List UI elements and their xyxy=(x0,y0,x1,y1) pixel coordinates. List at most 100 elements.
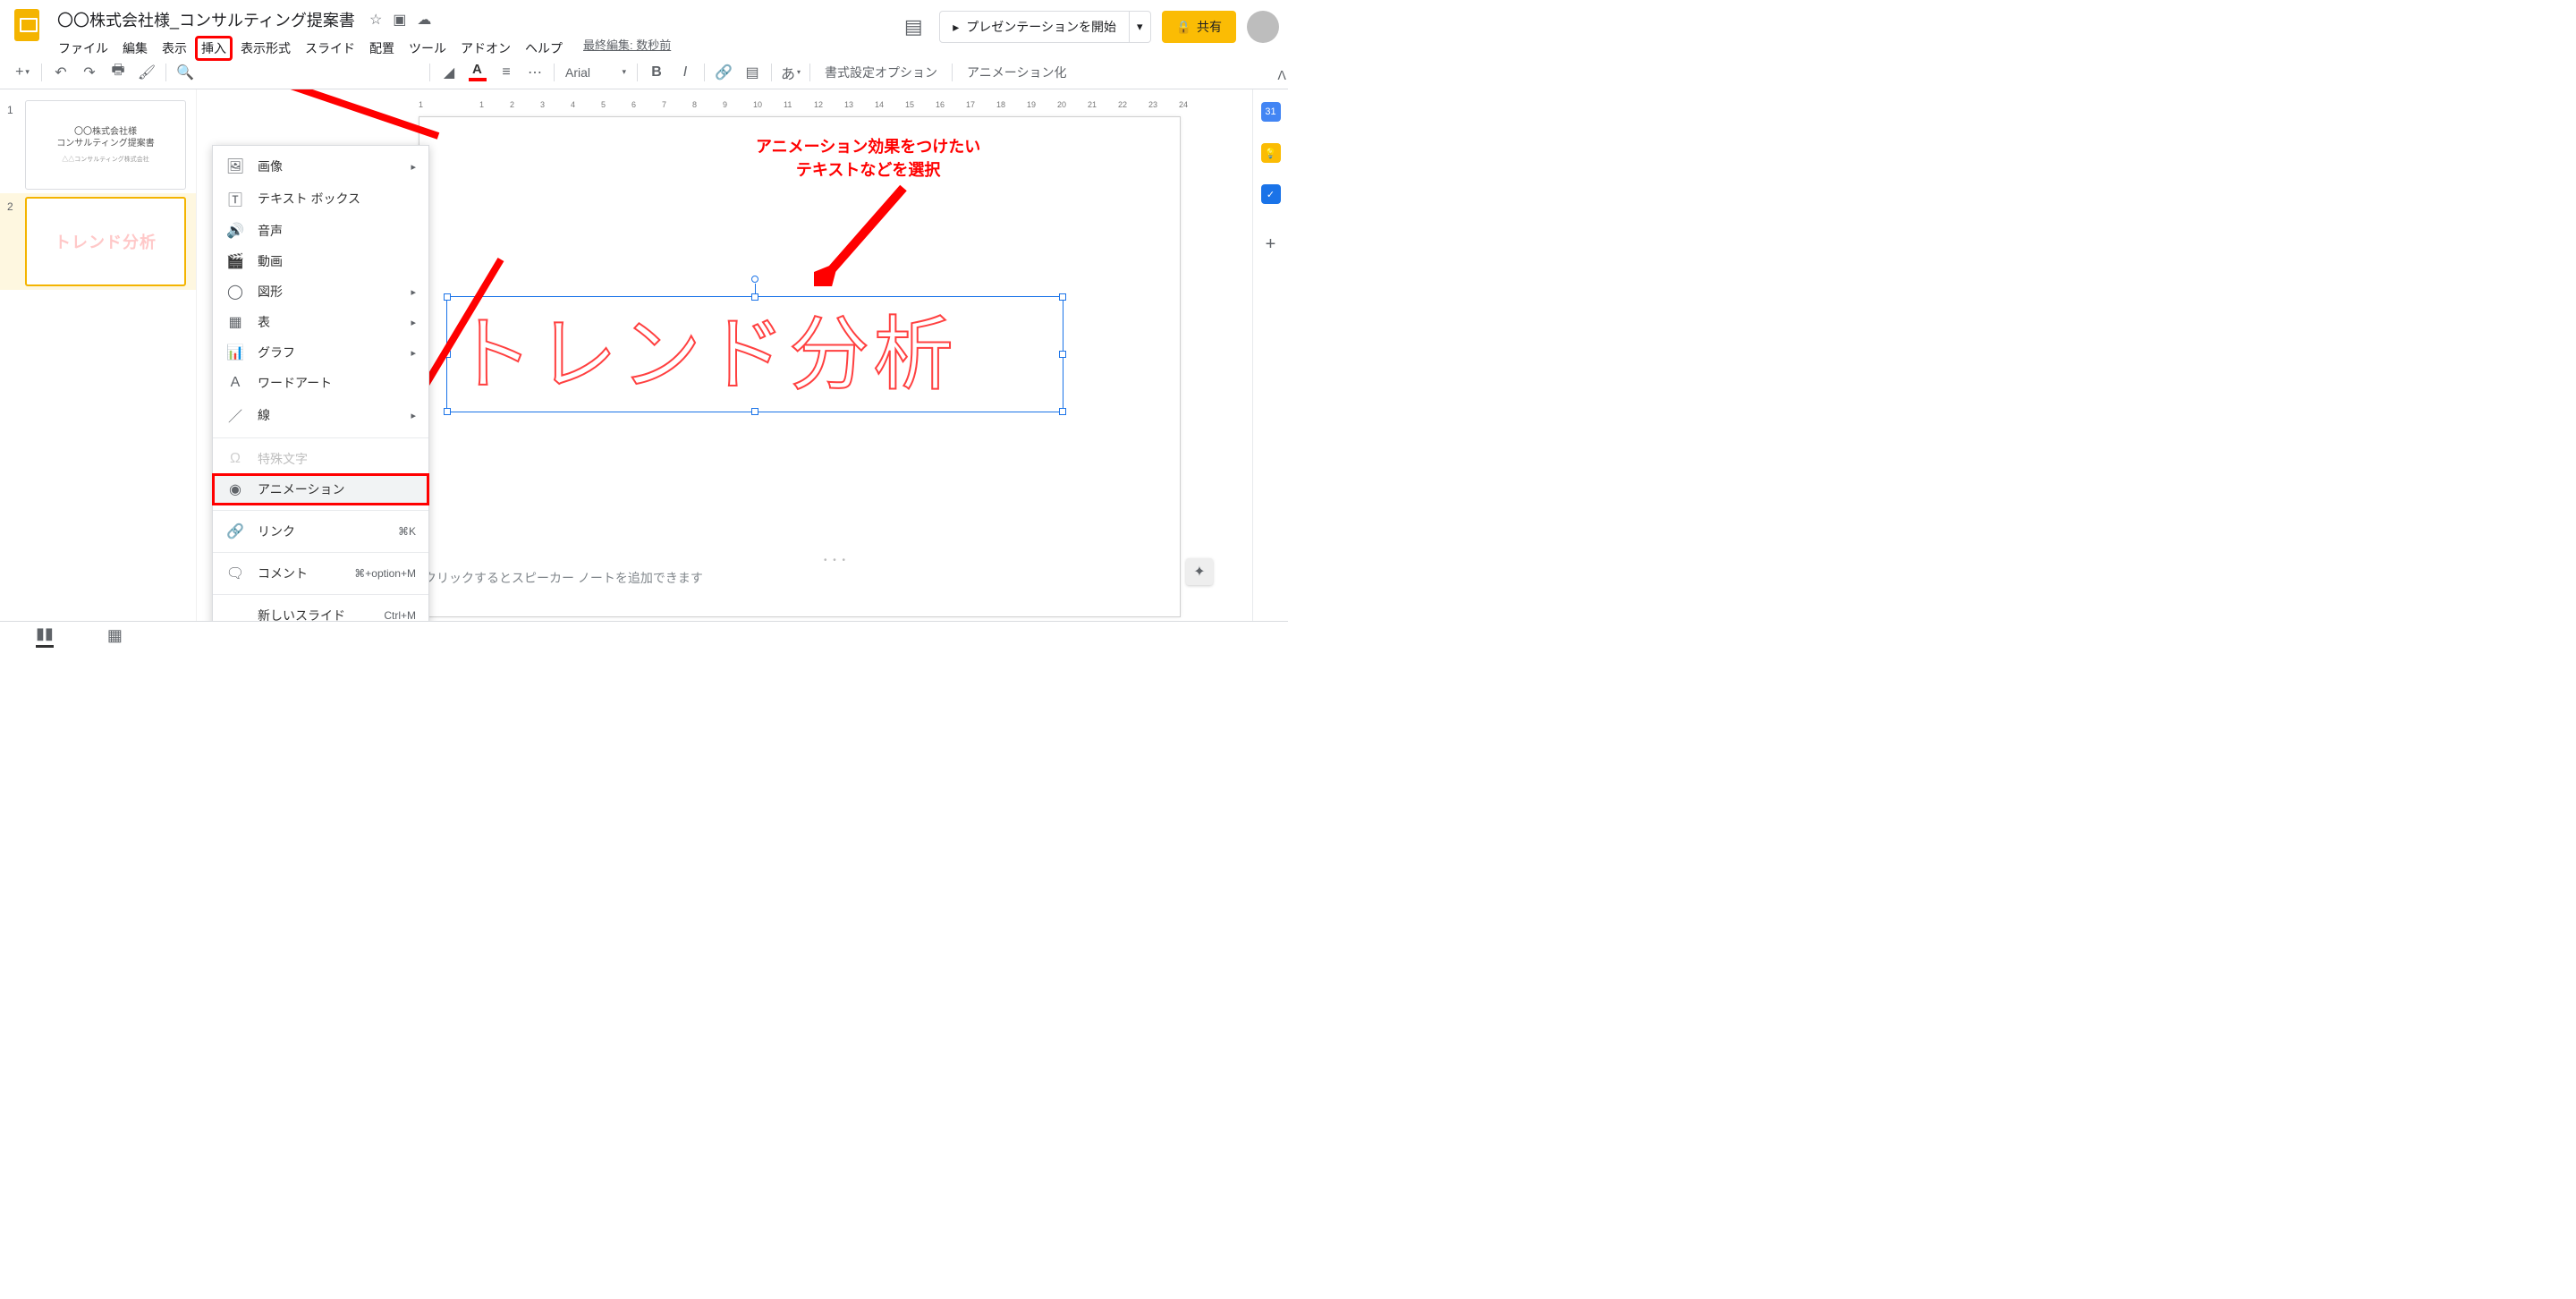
speaker-notes[interactable]: クリックするとスピーカー ノートを追加できます xyxy=(419,565,1216,589)
submenu-arrow-icon: ▸ xyxy=(411,410,416,421)
menu-item-label: リンク xyxy=(258,522,295,540)
annotation-text: アニメーション効果をつけたい テキストなどを選択 xyxy=(756,134,980,181)
bold-button[interactable]: B xyxy=(643,60,670,85)
grid-view-button[interactable]: ▦ xyxy=(107,626,123,645)
slides-logo[interactable] xyxy=(9,7,45,43)
slide-thumbnail-2[interactable]: 2 トレンド分析 xyxy=(0,193,196,290)
new-slide-button[interactable]: +▾ xyxy=(9,60,36,85)
link-icon: 🔗 xyxy=(225,522,245,540)
insert-comment-button[interactable]: ▤ xyxy=(739,60,766,85)
format-options-button[interactable]: 書式設定オプション xyxy=(816,64,946,81)
doc-title[interactable]: 〇〇株式会社様_コンサルティング提案書 xyxy=(52,5,360,34)
submenu-arrow-icon: ▸ xyxy=(411,347,416,359)
bottom-bar: ▮▮ ▦ xyxy=(0,621,1288,650)
header: 〇〇株式会社様_コンサルティング提案書 ☆ ▣ ☁ ファイル 編集 表示 挿入 … xyxy=(0,0,1288,55)
menu-item-新しいスライド[interactable]: 新しいスライドCtrl+M xyxy=(213,600,428,621)
calendar-icon[interactable]: 31 xyxy=(1261,102,1281,122)
menu-item-線[interactable]: ／ 線 ▸ xyxy=(213,398,428,432)
comments-icon[interactable]: ▤ xyxy=(898,12,928,42)
resize-handle[interactable] xyxy=(1059,293,1066,301)
italic-button[interactable]: I xyxy=(672,60,699,85)
menu-item-label: コメント xyxy=(258,565,308,582)
present-label: プレゼンテーションを開始 xyxy=(966,18,1116,36)
menu-item-音声[interactable]: 🔊 音声 xyxy=(213,216,428,246)
keep-icon[interactable]: 💡 xyxy=(1261,143,1281,163)
resize-handle[interactable] xyxy=(1059,408,1066,415)
animate-button[interactable]: アニメーション化 xyxy=(958,64,1075,81)
line-icon: ／ xyxy=(225,404,245,426)
submenu-arrow-icon: ▸ xyxy=(411,161,416,173)
table-icon: ▦ xyxy=(225,313,245,331)
font-selector[interactable]: Arial▾ xyxy=(560,65,631,80)
horizontal-ruler: 1123456789101112131415161718192021222324 xyxy=(419,97,1252,113)
cloud-icon[interactable]: ☁ xyxy=(417,11,431,29)
slide-canvas[interactable]: トレンド分析 xyxy=(419,116,1181,617)
menu-item-label: アニメーション xyxy=(258,480,344,498)
selected-text-box[interactable]: トレンド分析 xyxy=(446,296,1063,412)
menu-item-ワードアート[interactable]: A ワードアート xyxy=(213,368,428,398)
menu-item-label: ワードアート xyxy=(258,374,332,392)
menu-item-label: 動画 xyxy=(258,252,283,270)
present-dropdown[interactable]: ▾ xyxy=(1129,12,1150,42)
menu-item-表[interactable]: ▦ 表 ▸ xyxy=(213,307,428,337)
menu-item-label: 線 xyxy=(258,406,270,424)
insert-menu-dropdown: 🖼画像▸🅃テキスト ボックス🔊音声🎬動画◯図形▸▦表▸📊グラフ▸Aワードアート／… xyxy=(212,145,429,621)
tasks-icon[interactable]: ✓ xyxy=(1261,184,1281,204)
menu-item-動画[interactable]: 🎬 動画 xyxy=(213,246,428,276)
print-button[interactable]: 🖶 xyxy=(105,60,131,85)
menu-item-図形[interactable]: ◯図形▸ xyxy=(213,276,428,307)
menu-item-グラフ[interactable]: 📊 グラフ ▸ xyxy=(213,337,428,368)
video-icon: 🎬 xyxy=(225,252,245,270)
audio-icon: 🔊 xyxy=(225,222,245,240)
undo-button[interactable]: ↶ xyxy=(47,60,74,85)
submenu-arrow-icon: ▸ xyxy=(411,286,416,298)
addons-plus-icon[interactable]: + xyxy=(1266,234,1276,255)
resize-handle[interactable] xyxy=(1059,351,1066,358)
menu-item-label: グラフ xyxy=(258,344,295,361)
star-icon[interactable]: ☆ xyxy=(369,11,382,29)
menu-item-リンク[interactable]: 🔗 リンク ⌘K xyxy=(213,516,428,547)
submenu-arrow-icon: ▸ xyxy=(411,317,416,328)
wordart-text: トレンド分析 xyxy=(447,297,1063,413)
rotate-handle[interactable] xyxy=(751,276,758,283)
menu-item-アニメーション[interactable]: ◉アニメーション xyxy=(213,474,428,505)
input-tools-button[interactable]: あ▾ xyxy=(777,60,804,85)
wordart-icon: A xyxy=(225,375,245,391)
menu-item-label: 画像 xyxy=(258,157,283,175)
menu-item-画像[interactable]: 🖼 画像 ▸ xyxy=(213,151,428,182)
slide-panel: 1 〇〇株式会社様コンサルティング提案書 △△コンサルティング株式会社 2 トレ… xyxy=(0,89,197,621)
menu-item-label: 図形 xyxy=(258,283,283,301)
border-weight-button[interactable]: ≡ xyxy=(493,60,520,85)
text-color-button[interactable]: A xyxy=(464,60,491,85)
shortcut-label: ⌘K xyxy=(398,525,416,538)
menu-item-label: 特殊文字 xyxy=(258,450,308,468)
menu-item-テキストボックス[interactable]: 🅃テキスト ボックス xyxy=(213,182,428,216)
lock-icon: 🔒 xyxy=(1176,20,1191,35)
notes-resize-grip[interactable]: • • • xyxy=(824,556,847,565)
side-panel: 31 💡 ✓ + xyxy=(1252,89,1288,621)
resize-handle[interactable] xyxy=(751,293,758,301)
resize-handle[interactable] xyxy=(751,408,758,415)
image-icon: 🖼 xyxy=(225,157,245,175)
shortcut-label: Ctrl+M xyxy=(384,609,416,621)
border-dash-button[interactable]: ⋯ xyxy=(521,60,548,85)
paint-format-button[interactable]: 🖌 xyxy=(133,60,160,85)
menu-item-コメント[interactable]: 🗨コメント⌘+option+M xyxy=(213,558,428,589)
present-button[interactable]: ▸プレゼンテーションを開始 ▾ xyxy=(939,11,1150,43)
explore-button[interactable]: ✦ xyxy=(1186,558,1213,585)
menu-item-label: 音声 xyxy=(258,222,283,240)
shortcut-label: ⌘+option+M xyxy=(354,567,416,580)
collapse-toolbar-icon[interactable]: ᐱ xyxy=(1277,68,1286,83)
share-button[interactable]: 🔒 共有 xyxy=(1162,11,1236,43)
account-avatar[interactable] xyxy=(1247,11,1279,43)
redo-button[interactable]: ↷ xyxy=(76,60,103,85)
link-button[interactable]: 🔗 xyxy=(710,60,737,85)
chart-icon: 📊 xyxy=(225,344,245,361)
slide-thumbnail-1[interactable]: 1 〇〇株式会社様コンサルティング提案書 △△コンサルティング株式会社 xyxy=(0,97,196,193)
fill-color-button[interactable]: ◢ xyxy=(436,60,462,85)
filmstrip-view-button[interactable]: ▮▮ xyxy=(36,624,54,648)
share-label: 共有 xyxy=(1197,18,1222,36)
zoom-button[interactable]: 🔍 xyxy=(172,60,199,85)
move-icon[interactable]: ▣ xyxy=(393,11,406,29)
menu-item-label: 表 xyxy=(258,313,270,331)
